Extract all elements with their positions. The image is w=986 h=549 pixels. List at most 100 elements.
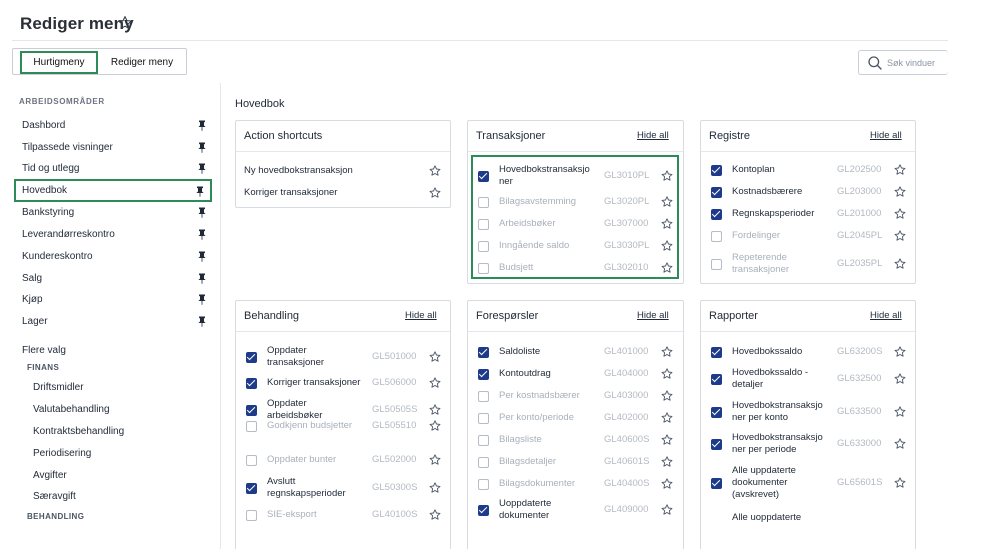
favorite-star-icon[interactable]	[117, 15, 133, 31]
sidebar-item-hovedbok[interactable]: Hovedbok	[14, 179, 212, 202]
menu-item-row[interactable]: Alle uppdaterte dookumenter (avskrevet) G…	[701, 465, 915, 503]
menu-item-row[interactable]: Oppdater bunter GL502000	[236, 454, 450, 468]
star-icon[interactable]	[661, 504, 673, 516]
menu-item-row[interactable]: Repeterende transaksjoner GL2035PL	[701, 252, 915, 278]
star-icon[interactable]	[429, 377, 441, 389]
hide-all-link[interactable]: Hide all	[637, 130, 669, 141]
star-icon[interactable]	[894, 230, 906, 242]
pin-icon[interactable]	[198, 163, 206, 174]
checkbox-unchecked[interactable]	[711, 230, 722, 242]
star-icon[interactable]	[894, 406, 906, 418]
star-icon[interactable]	[894, 186, 906, 198]
menu-item-row[interactable]: Hovedbokstransaksjo ner per konto GL63350…	[701, 400, 915, 426]
menu-item-row[interactable]: SIE-eksport GL40100S	[236, 509, 450, 523]
pin-icon[interactable]	[198, 251, 206, 262]
star-icon[interactable]	[661, 390, 673, 402]
star-icon[interactable]	[429, 187, 441, 199]
pin-icon[interactable]	[198, 142, 206, 153]
checkbox-checked[interactable]	[478, 504, 489, 516]
star-icon[interactable]	[894, 346, 906, 358]
checkbox-checked[interactable]	[478, 346, 489, 358]
checkbox-unchecked[interactable]	[246, 509, 257, 521]
menu-item-row[interactable]: Uoppdaterte dokumenter GL409000	[468, 498, 683, 524]
sidebar-more-options[interactable]: Flere valg	[22, 345, 66, 356]
tab-rediger-meny[interactable]: Rediger meny	[101, 51, 183, 74]
star-icon[interactable]	[894, 477, 906, 489]
pin-icon[interactable]	[198, 120, 206, 131]
sidebar-link-valutabehandling[interactable]: Valutabehandling	[33, 404, 110, 415]
menu-item-row[interactable]: Korriger transaksjoner GL506000	[236, 377, 450, 391]
sidebar-item-tid-og-utlegg[interactable]: Tid og utlegg	[14, 158, 212, 179]
sidebar-link-saeravgift[interactable]: Særavgift	[33, 491, 76, 502]
checkbox-unchecked[interactable]	[478, 390, 489, 402]
sidebar-item-salg[interactable]: Salg	[14, 268, 212, 289]
menu-item-row[interactable]: Hovedbokstransaksjo ner per periode GL633…	[701, 432, 915, 458]
sidebar-link-driftsmidler[interactable]: Driftsmidler	[33, 382, 84, 393]
hide-all-link[interactable]: Hide all	[637, 310, 669, 321]
checkbox-checked[interactable]	[478, 368, 489, 380]
sidebar-item-dashbord[interactable]: Dashbord	[14, 115, 212, 136]
pin-icon[interactable]	[198, 294, 206, 305]
menu-item-row[interactable]: Alle uoppdaterte	[701, 512, 915, 526]
checkbox-unchecked[interactable]	[478, 434, 489, 446]
menu-item-row[interactable]: Avslutt regnskapsperioder GL50300S	[236, 476, 450, 502]
checkbox-checked[interactable]	[246, 351, 257, 363]
checkbox-checked[interactable]	[711, 208, 722, 220]
hide-all-link[interactable]: Hide all	[405, 310, 437, 321]
checkbox-checked[interactable]	[711, 477, 722, 489]
star-icon[interactable]	[894, 164, 906, 176]
checkbox-checked[interactable]	[711, 438, 722, 450]
star-icon[interactable]	[429, 404, 441, 416]
star-icon[interactable]	[429, 351, 441, 363]
menu-item-row[interactable]: Per kostnadsbærer GL403000	[468, 390, 683, 404]
sidebar-item-bankstyring[interactable]: Bankstyring	[14, 202, 212, 223]
sidebar-link-avgifter[interactable]: Avgifter	[33, 470, 67, 481]
checkbox-unchecked[interactable]	[478, 456, 489, 468]
menu-item-row[interactable]: Godkjenn budsjetter GL505510	[236, 420, 450, 434]
checkbox-checked[interactable]	[711, 186, 722, 198]
menu-item-row[interactable]: Kostnadsbærere GL203000	[701, 186, 915, 200]
star-icon[interactable]	[429, 420, 441, 432]
search-input[interactable]	[887, 55, 947, 70]
star-icon[interactable]	[661, 456, 673, 468]
sidebar-link-kontraktsbehandling[interactable]: Kontraktsbehandling	[33, 426, 124, 437]
pin-icon[interactable]	[198, 207, 206, 218]
menu-item-row[interactable]: Kontoplan GL202500	[701, 164, 915, 178]
menu-item-row[interactable]: Hovedbokssaldo - detaljer GL632500	[701, 367, 915, 393]
hide-all-link[interactable]: Hide all	[870, 130, 902, 141]
menu-item-row[interactable]: Per konto/periode GL402000	[468, 412, 683, 426]
star-icon[interactable]	[661, 434, 673, 446]
checkbox-checked[interactable]	[711, 373, 722, 385]
pin-icon[interactable]	[196, 186, 204, 197]
tab-hurtigmeny[interactable]: Hurtigmeny	[20, 51, 98, 74]
menu-item-row[interactable]: Bilagsdetaljer GL40601S	[468, 456, 683, 470]
sidebar-item-leverandorreskontro[interactable]: Leverandørreskontro	[14, 224, 212, 245]
star-icon[interactable]	[661, 412, 673, 424]
shortcut-label[interactable]: Ny hovedbokstransaksjon	[244, 165, 353, 177]
star-icon[interactable]	[661, 368, 673, 380]
sidebar-item-tilpassede-visninger[interactable]: Tilpassede visninger	[14, 137, 212, 158]
star-icon[interactable]	[429, 454, 441, 466]
star-icon[interactable]	[429, 482, 441, 494]
menu-item-row[interactable]: Oppdater transaksjoner GL501000	[236, 345, 450, 371]
sidebar-link-periodisering[interactable]: Periodisering	[33, 448, 91, 459]
pin-icon[interactable]	[198, 316, 206, 327]
menu-item-row[interactable]: Fordelinger GL2045PL	[701, 230, 915, 244]
star-icon[interactable]	[894, 373, 906, 385]
checkbox-unchecked[interactable]	[478, 478, 489, 490]
star-icon[interactable]	[429, 509, 441, 521]
star-icon[interactable]	[661, 478, 673, 490]
sidebar-item-kjop[interactable]: Kjøp	[14, 289, 212, 310]
checkbox-checked[interactable]	[246, 482, 257, 494]
star-icon[interactable]	[661, 346, 673, 358]
star-icon[interactable]	[894, 208, 906, 220]
hide-all-link[interactable]: Hide all	[870, 310, 902, 321]
menu-item-row[interactable]: Hovedbokssaldo GL63200S	[701, 346, 915, 360]
menu-item-row[interactable]: Saldoliste GL401000	[468, 346, 683, 360]
checkbox-unchecked[interactable]	[246, 454, 257, 466]
menu-item-row[interactable]: Kontoutdrag GL404000	[468, 368, 683, 382]
star-icon[interactable]	[894, 258, 906, 270]
checkbox-unchecked[interactable]	[246, 420, 257, 432]
menu-item-row[interactable]: Bilagsliste GL40600S	[468, 434, 683, 448]
pin-icon[interactable]	[198, 229, 206, 240]
